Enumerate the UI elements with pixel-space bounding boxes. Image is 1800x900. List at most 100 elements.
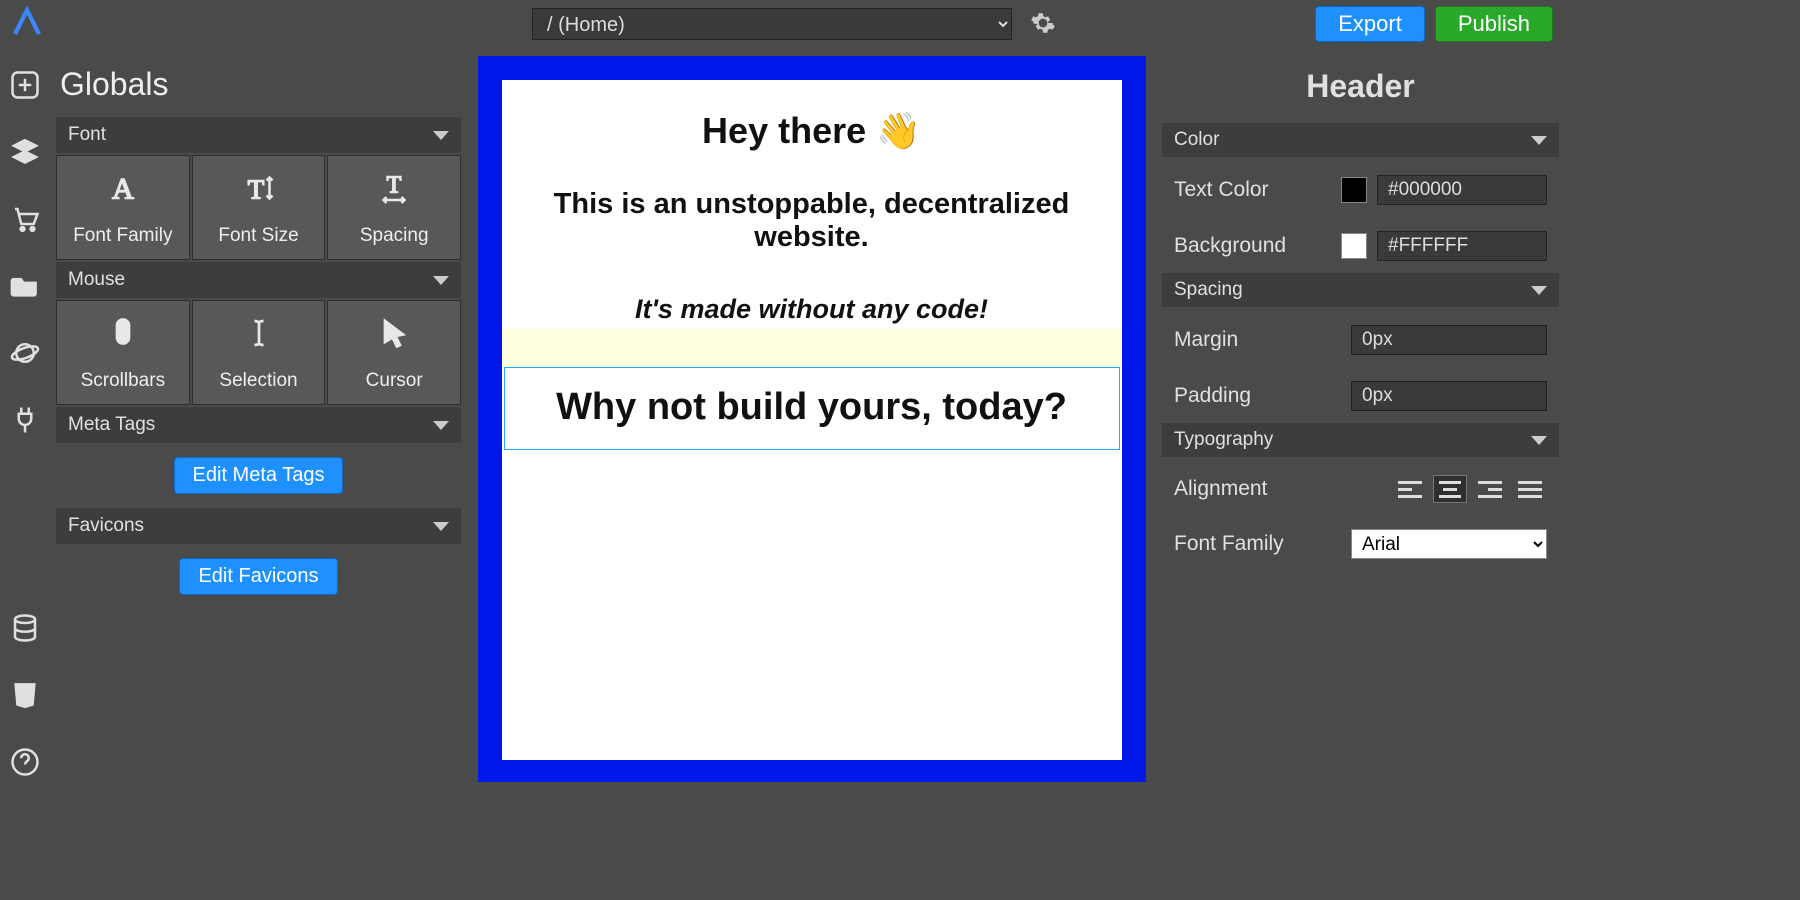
tile-scrollbars[interactable]: Scrollbars	[56, 300, 190, 405]
left-panel: Globals Font A Font Family T Font Size T…	[50, 48, 465, 782]
cursor-arrow-icon	[376, 315, 412, 356]
font-family-select[interactable]: Arial	[1351, 529, 1547, 559]
left-panel-title: Globals	[60, 66, 457, 103]
tile-spacing[interactable]: T Spacing	[327, 155, 461, 260]
publish-button[interactable]: Publish	[1435, 6, 1553, 42]
prop-label-padding: Padding	[1174, 384, 1341, 408]
chevron-down-icon	[1531, 136, 1547, 145]
page-selector[interactable]: / (Home)	[532, 8, 1012, 40]
section-typography-header[interactable]: Typography	[1162, 423, 1559, 457]
section-label: Color	[1174, 129, 1219, 151]
plus-square-icon	[10, 88, 40, 103]
chevron-down-icon	[433, 421, 449, 430]
highlight-band	[502, 329, 1122, 367]
help-button[interactable]	[8, 745, 42, 782]
tile-font-size[interactable]: T Font Size	[192, 155, 326, 260]
selected-element[interactable]: Why not build yours, today?	[504, 367, 1120, 450]
tile-label: Spacing	[360, 225, 429, 247]
database-icon	[10, 631, 40, 646]
section-meta-header[interactable]: Meta Tags	[56, 407, 461, 443]
text-color-input[interactable]	[1377, 175, 1547, 205]
section-spacing-header[interactable]: Spacing	[1162, 273, 1559, 307]
tile-label: Scrollbars	[81, 370, 165, 392]
prop-label-text-color: Text Color	[1174, 178, 1331, 202]
mouse-icon	[105, 315, 141, 356]
tile-label: Cursor	[366, 370, 423, 392]
section-label: Typography	[1174, 429, 1273, 451]
layers-button[interactable]	[8, 135, 42, 172]
font-size-icon: T	[241, 170, 277, 211]
chevron-down-icon	[433, 276, 449, 285]
section-favicons-header[interactable]: Favicons	[56, 508, 461, 544]
edit-meta-tags-button[interactable]: Edit Meta Tags	[174, 457, 344, 494]
layers-icon	[10, 155, 40, 170]
tile-label: Font Size	[218, 225, 298, 247]
right-panel: Header Color Text Color Background Spaci…	[1158, 48, 1563, 782]
section-label: Font	[68, 124, 106, 146]
chevron-down-icon	[433, 522, 449, 531]
section-label: Mouse	[68, 269, 125, 291]
tile-label: Font Family	[73, 225, 172, 247]
tile-cursor[interactable]: Cursor	[327, 300, 461, 405]
background-input[interactable]	[1377, 231, 1547, 261]
align-center-button[interactable]	[1433, 475, 1467, 503]
css-button[interactable]	[8, 678, 42, 715]
canvas-page[interactable]: Hey there 👋 This is an unstoppable, dece…	[502, 80, 1122, 760]
chevron-down-icon	[1531, 436, 1547, 445]
folder-icon	[10, 289, 40, 304]
prop-label-background: Background	[1174, 234, 1331, 258]
padding-input[interactable]	[1351, 381, 1547, 411]
commerce-button[interactable]	[8, 202, 42, 239]
chevron-down-icon	[1531, 286, 1547, 295]
cart-icon	[10, 222, 40, 237]
tile-selection[interactable]: Selection	[192, 300, 326, 405]
section-font-header[interactable]: Font	[56, 117, 461, 153]
prop-label-alignment: Alignment	[1174, 477, 1383, 501]
margin-input[interactable]	[1351, 325, 1547, 355]
plug-icon	[10, 423, 40, 438]
svg-text:A: A	[112, 173, 134, 206]
tool-rail	[0, 48, 50, 782]
data-button[interactable]	[8, 611, 42, 648]
canvas-heading-1[interactable]: Hey there 👋	[512, 110, 1112, 152]
files-button[interactable]	[8, 269, 42, 306]
integrations-button[interactable]	[8, 403, 42, 440]
section-mouse-header[interactable]: Mouse	[56, 262, 461, 298]
app-logo-icon	[10, 5, 44, 44]
text-cursor-icon	[241, 315, 277, 356]
canvas-heading-2[interactable]: This is an unstoppable, decentralized we…	[512, 188, 1112, 254]
globals-button[interactable]	[8, 336, 42, 373]
align-left-button[interactable]	[1393, 475, 1427, 503]
letter-spacing-icon: T	[376, 170, 412, 211]
canvas-frame: Hey there 👋 This is an unstoppable, dece…	[478, 56, 1146, 782]
gear-icon	[1030, 24, 1056, 39]
css-shield-icon	[10, 698, 40, 713]
planet-icon	[10, 356, 40, 371]
background-swatch[interactable]	[1341, 233, 1367, 259]
add-block-button[interactable]	[8, 68, 42, 105]
chevron-down-icon	[433, 131, 449, 140]
align-right-button[interactable]	[1473, 475, 1507, 503]
canvas-area: Hey there 👋 This is an unstoppable, dece…	[465, 48, 1158, 782]
export-button[interactable]: Export	[1315, 6, 1425, 42]
section-label: Spacing	[1174, 279, 1243, 301]
edit-favicons-button[interactable]: Edit Favicons	[179, 558, 337, 595]
prop-label-margin: Margin	[1174, 328, 1341, 352]
help-icon	[10, 765, 40, 780]
tile-font-family[interactable]: A Font Family	[56, 155, 190, 260]
align-justify-button[interactable]	[1513, 475, 1547, 503]
tile-label: Selection	[219, 370, 297, 392]
svg-text:T: T	[247, 175, 264, 205]
section-label: Favicons	[68, 515, 144, 537]
prop-label-font-family: Font Family	[1174, 532, 1341, 556]
text-color-swatch[interactable]	[1341, 177, 1367, 203]
page-settings-button[interactable]	[1026, 6, 1060, 43]
font-family-icon: A	[105, 170, 141, 211]
topbar: / (Home) Export Publish	[0, 0, 1563, 48]
section-color-header[interactable]: Color	[1162, 123, 1559, 157]
svg-text:T: T	[387, 173, 402, 199]
canvas-heading-3[interactable]: It's made without any code!	[512, 294, 1112, 325]
section-label: Meta Tags	[68, 414, 155, 436]
canvas-heading-4[interactable]: Why not build yours, today?	[515, 382, 1109, 433]
right-panel-title: Header	[1162, 68, 1559, 105]
